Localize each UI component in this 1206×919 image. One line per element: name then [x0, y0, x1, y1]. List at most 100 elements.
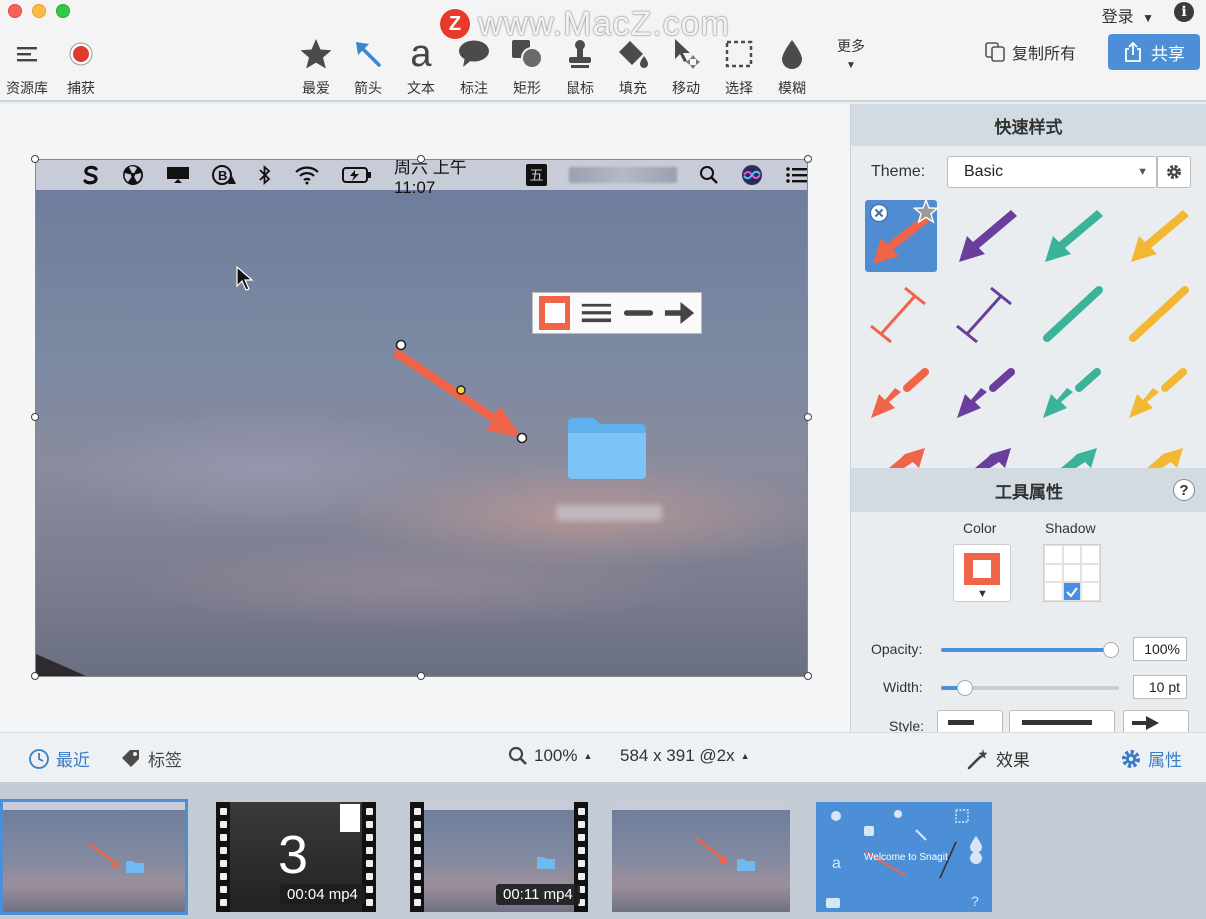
- shadow-direction-picker[interactable]: [1043, 544, 1101, 602]
- tool-label: 最爱: [302, 80, 330, 96]
- quick-style-teal-dashed-arrow[interactable]: [1037, 360, 1109, 432]
- tool-callout[interactable]: 标注: [449, 34, 499, 98]
- tool-arrow[interactable]: 箭头: [343, 34, 393, 98]
- resize-handle-top-right[interactable]: [804, 155, 812, 163]
- width-slider-thumb[interactable]: [957, 680, 974, 696]
- shadow-cell[interactable]: [1062, 545, 1082, 564]
- shadow-cell[interactable]: [1081, 545, 1100, 564]
- resize-handle-bottom-right[interactable]: [804, 672, 812, 680]
- quick-style-yellow-dashed-arrow[interactable]: [1123, 360, 1195, 432]
- line-style-select[interactable]: [1009, 710, 1115, 732]
- tool-shape[interactable]: 矩形: [502, 34, 552, 98]
- thumbnail-welcome[interactable]: a ? Welcome to Snagit: [816, 802, 992, 912]
- tool-selection[interactable]: 选择: [714, 34, 764, 98]
- theme-settings-button[interactable]: [1157, 156, 1191, 188]
- help-icon[interactable]: ?: [1173, 479, 1195, 501]
- recent-button[interactable]: 最近: [28, 746, 90, 771]
- shadow-cell-selected[interactable]: [1062, 582, 1082, 601]
- shadow-cell[interactable]: [1081, 563, 1100, 583]
- close-window-button[interactable]: [8, 4, 22, 18]
- theme-select[interactable]: Basic ▼: [947, 156, 1157, 188]
- properties-button[interactable]: 属性: [1120, 746, 1182, 771]
- properties-label: 属性: [1148, 751, 1182, 770]
- effects-button[interactable]: 效果: [966, 746, 1030, 771]
- resize-handle-top[interactable]: [417, 155, 425, 163]
- width-input[interactable]: 10 pt: [1133, 675, 1187, 699]
- gear-icon: [1122, 749, 1140, 768]
- arrow-end-select[interactable]: [1123, 710, 1189, 732]
- fill-icon: [608, 34, 658, 74]
- shadow-cell[interactable]: [1062, 563, 1082, 583]
- color-picker[interactable]: ▼: [953, 544, 1011, 602]
- copy-all-label: 复制所有: [1012, 46, 1077, 63]
- resize-handle-top-left[interactable]: [31, 155, 39, 163]
- tool-text[interactable]: a 文本: [396, 33, 446, 98]
- quick-style-red-dashed-arrow[interactable]: [865, 360, 937, 432]
- resize-handle-bottom[interactable]: [417, 672, 425, 680]
- zoom-control[interactable]: 100% ▲: [508, 746, 592, 766]
- quick-style-purple-dashed-arrow[interactable]: [951, 360, 1023, 432]
- quick-style-teal-line[interactable]: [1037, 280, 1109, 352]
- shadow-cell[interactable]: [1044, 582, 1063, 601]
- arrow-end-style-icon[interactable]: [664, 299, 695, 327]
- minimize-window-button[interactable]: [32, 4, 46, 18]
- quick-style-red-curved-arrow[interactable]: [865, 440, 937, 468]
- tool-stamp[interactable]: 鼠标: [555, 34, 605, 98]
- resize-handle-bottom-left[interactable]: [31, 672, 39, 680]
- info-icon[interactable]: i: [1174, 2, 1194, 22]
- tool-properties-title: 工具属性: [995, 482, 1063, 502]
- effects-label: 效果: [996, 751, 1030, 770]
- tool-favorites[interactable]: 最爱: [291, 34, 341, 98]
- resize-handle-left[interactable]: [31, 413, 39, 421]
- favorite-star-icon[interactable]: [913, 200, 939, 224]
- quick-style-purple-dimension[interactable]: [951, 280, 1023, 352]
- zoom-window-button[interactable]: [56, 4, 70, 18]
- shadow-cell[interactable]: [1081, 582, 1100, 601]
- login-label: 登录: [1101, 9, 1134, 26]
- opacity-slider[interactable]: [941, 642, 1119, 658]
- canvas[interactable]: B 周六 上午11:07 五: [0, 104, 850, 732]
- tool-fill[interactable]: 填充: [608, 34, 658, 98]
- quick-style-red-dimension[interactable]: [865, 280, 937, 352]
- color-swatch-icon: [964, 553, 1000, 585]
- tags-button[interactable]: 标签: [120, 746, 182, 771]
- thumbnail-image[interactable]: [612, 802, 790, 912]
- opacity-slider-thumb[interactable]: [1103, 642, 1119, 658]
- shadow-cell[interactable]: [1044, 563, 1063, 583]
- filmstrip: 3 00:04 mp4 00:11 mp4 a ? Welcome to Sna…: [0, 782, 1206, 919]
- thumbnail-video[interactable]: 00:11 mp4: [410, 802, 588, 912]
- tool-blur[interactable]: 模糊: [767, 34, 817, 98]
- quick-style-purple-curved-arrow[interactable]: [951, 440, 1023, 468]
- quick-style-teal-curved-arrow[interactable]: [1037, 440, 1109, 468]
- zoom-icon: [508, 746, 527, 765]
- arrow-color-button[interactable]: [539, 296, 571, 330]
- thumbnail-video[interactable]: 3 00:04 mp4: [216, 802, 376, 912]
- dimensions-control[interactable]: 584 x 391 @2x ▲: [620, 746, 750, 766]
- quick-style-yellow-line[interactable]: [1123, 280, 1195, 352]
- tool-label: 文本: [407, 80, 435, 96]
- resize-handle-right[interactable]: [804, 413, 812, 421]
- line-cap-select[interactable]: [937, 710, 1003, 732]
- folder-icon: [568, 418, 646, 479]
- thumbnail-arrow-icon: [88, 842, 119, 868]
- quick-style-red-arrow[interactable]: [865, 200, 939, 272]
- quick-style-teal-arrow[interactable]: [1037, 200, 1109, 272]
- share-button[interactable]: 共享: [1108, 34, 1200, 70]
- shadow-cell[interactable]: [1044, 545, 1063, 564]
- copy-all-button[interactable]: 复制所有: [984, 40, 1076, 64]
- opacity-input[interactable]: 100%: [1133, 637, 1187, 661]
- line-width-icon[interactable]: [580, 300, 613, 326]
- quick-style-yellow-curved-arrow[interactable]: [1123, 440, 1195, 468]
- library-button[interactable]: 资源库: [2, 34, 52, 98]
- width-slider[interactable]: [941, 680, 1119, 696]
- remove-style-icon[interactable]: [869, 203, 889, 223]
- more-tools-button[interactable]: 更多 ▼: [836, 36, 866, 71]
- line-style-icon[interactable]: [623, 307, 654, 319]
- quick-style-purple-arrow[interactable]: [951, 200, 1023, 272]
- arrow-annotation[interactable]: [380, 332, 540, 452]
- quick-style-yellow-arrow[interactable]: [1123, 200, 1195, 272]
- login-menu[interactable]: 登录 ▼: [1102, 3, 1154, 27]
- thumbnail-image[interactable]: [0, 799, 188, 915]
- tool-move[interactable]: 移动: [661, 34, 711, 98]
- capture-button[interactable]: 捕获: [56, 34, 106, 98]
